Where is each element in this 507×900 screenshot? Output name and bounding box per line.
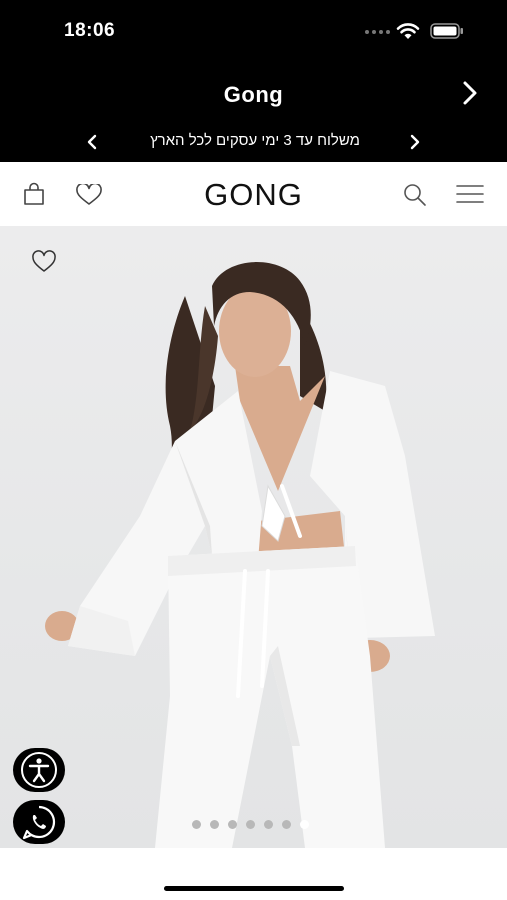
carousel-dot[interactable] bbox=[246, 820, 255, 829]
carousel-dot[interactable] bbox=[210, 820, 219, 829]
promo-banner-text: משלוח עד 3 ימי עסקים לכל הארץ bbox=[150, 132, 360, 149]
app-header: Gong משלוח עד 3 ימי עסקים לכל הארץ bbox=[0, 60, 507, 162]
carousel-dot[interactable] bbox=[228, 820, 237, 829]
app-title: Gong bbox=[223, 82, 284, 107]
carousel-dot[interactable] bbox=[264, 820, 273, 829]
whatsapp-icon bbox=[22, 805, 56, 840]
wifi-icon bbox=[396, 23, 420, 39]
accessibility-button[interactable] bbox=[13, 748, 65, 792]
carousel-dot[interactable] bbox=[300, 820, 309, 829]
hamburger-menu-icon[interactable] bbox=[455, 183, 485, 205]
search-icon[interactable] bbox=[402, 182, 428, 208]
home-indicator[interactable] bbox=[164, 886, 344, 891]
carousel-dot[interactable] bbox=[192, 820, 201, 829]
bottom-safe-area bbox=[0, 848, 507, 900]
brand-logo[interactable]: GONG bbox=[0, 177, 507, 213]
nav-bar: GONG bbox=[0, 162, 507, 226]
promo-prev-chevron-icon[interactable] bbox=[84, 133, 100, 151]
status-time: 18:06 bbox=[64, 20, 116, 41]
status-bar: 18:06 bbox=[0, 0, 507, 60]
chevron-right-icon[interactable] bbox=[458, 80, 482, 106]
product-image[interactable] bbox=[0, 226, 507, 848]
accessibility-icon bbox=[21, 752, 57, 788]
signal-dots-icon bbox=[365, 30, 390, 34]
battery-icon bbox=[430, 23, 463, 39]
carousel-dot[interactable] bbox=[282, 820, 291, 829]
whatsapp-button[interactable] bbox=[13, 800, 65, 844]
promo-next-chevron-icon[interactable] bbox=[407, 133, 423, 151]
model-photo-illustration bbox=[45, 262, 435, 848]
favorite-heart-icon[interactable] bbox=[30, 250, 58, 274]
